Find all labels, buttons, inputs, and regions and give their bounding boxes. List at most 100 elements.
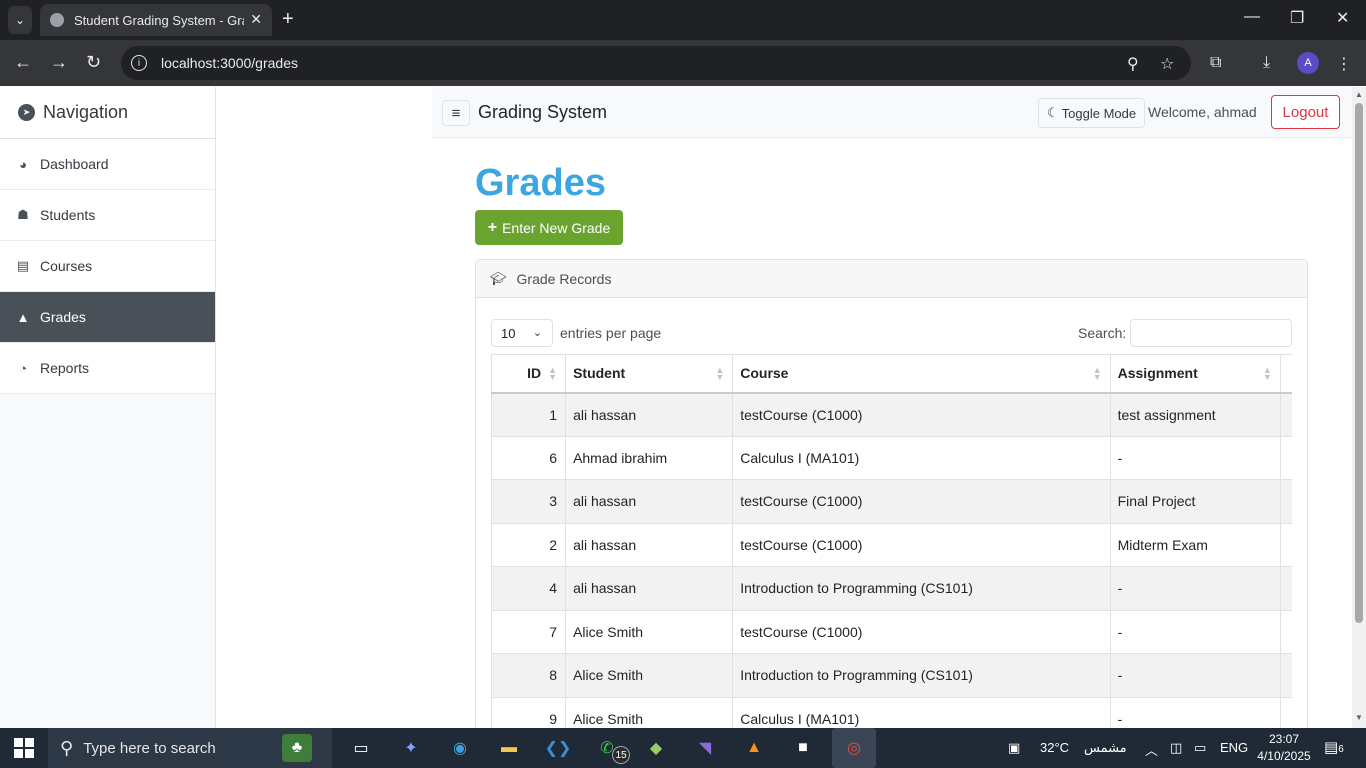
- minimize-button[interactable]: —: [1244, 8, 1260, 26]
- scrollbar-thumb[interactable]: [1355, 103, 1363, 623]
- terminal-app-icon[interactable]: ■: [788, 734, 818, 762]
- taskbar: ⚲ Type here to search ♣ ▭ ✦ ◉ ▬ ❮❯ ✆ ◆ ◥…: [0, 728, 1366, 768]
- welcome-text: Welcome, ahmad: [1148, 104, 1257, 120]
- vscode-icon[interactable]: ❮❯: [543, 734, 573, 762]
- close-window-button[interactable]: ✕: [1336, 8, 1349, 28]
- cell-assignment: test assignment: [1109, 392, 1281, 437]
- menu-toggle-button[interactable]: ≡: [442, 100, 470, 126]
- toggle-mode-label: Toggle Mode: [1061, 105, 1137, 121]
- visual-studio-icon[interactable]: ◥: [690, 734, 720, 762]
- network-icon[interactable]: ◫: [1170, 740, 1182, 756]
- scroll-down-arrow-icon[interactable]: ▼: [1355, 713, 1363, 722]
- cell-hidden: [1279, 522, 1292, 567]
- sidebar-item-dashboard[interactable]: ◕ Dashboard: [0, 139, 215, 190]
- column-header-assignment[interactable]: Assignment ▲ ▼: [1109, 354, 1281, 394]
- column-header-label: ID: [527, 365, 542, 382]
- cell-hidden: [1279, 392, 1292, 437]
- cell-course: testCourse (C1000): [732, 522, 1111, 567]
- toggle-mode-button[interactable]: ☾ Toggle Mode: [1038, 98, 1146, 128]
- task-view-icon[interactable]: ▭: [346, 734, 376, 762]
- grades-table-container[interactable]: ID ▲ ▼ Student ▲ ▼ Course ▲ ▼ Assignment ▲ ▼ 1 a…: [491, 354, 1292, 738]
- copilot-icon[interactable]: ✦: [396, 734, 426, 762]
- forward-button[interactable]: →: [50, 52, 68, 73]
- new-tab-button[interactable]: +: [282, 8, 294, 30]
- sidebar-item-courses[interactable]: ▤ Courses: [0, 241, 215, 292]
- taskbar-widget-icon[interactable]: ♣: [282, 734, 312, 762]
- hamburger-icon: ≡: [451, 104, 461, 122]
- card-header: 🎓︎ Grade Records: [476, 260, 1307, 298]
- reload-button[interactable]: ↻: [86, 52, 101, 73]
- column-header-label: Assignment: [1117, 365, 1198, 382]
- card-title: Grade Records: [516, 270, 612, 287]
- column-header-student[interactable]: Student ▲ ▼: [565, 354, 734, 394]
- search-input[interactable]: [1130, 319, 1292, 347]
- address-bar[interactable]: i localhost:3000/grades: [121, 46, 1191, 80]
- profile-avatar[interactable]: A: [1297, 52, 1319, 74]
- column-header-course[interactable]: Course ▲ ▼: [732, 354, 1111, 394]
- grade-records-card: 🎓︎ Grade Records 10 ⌄ entries per page S…: [475, 259, 1308, 739]
- sidebar-item-students[interactable]: ☗ Students: [0, 190, 215, 241]
- grades-table: ID ▲ ▼ Student ▲ ▼ Course ▲ ▼ Assignment ▲ ▼ 1 a…: [491, 354, 1292, 738]
- sidebar-item-label: Grades: [40, 309, 86, 325]
- sidebar-item-label: Students: [40, 207, 96, 223]
- book-icon: ▤: [16, 258, 30, 273]
- cell-assignment: Midterm Exam: [1109, 522, 1281, 567]
- enter-new-grade-button[interactable]: + Enter New Grade: [475, 210, 623, 245]
- cell-course: testCourse (C1000): [732, 392, 1111, 437]
- cell-hidden: [1279, 566, 1292, 611]
- battery-icon[interactable]: ▭: [1194, 740, 1206, 756]
- sidebar-item-label: Courses: [40, 258, 93, 274]
- zoom-icon[interactable]: ⚲: [1127, 54, 1139, 74]
- column-header-hidden[interactable]: [1279, 354, 1292, 394]
- close-tab-icon[interactable]: ✕: [250, 11, 262, 28]
- weather-temp[interactable]: 32°C: [1040, 740, 1069, 755]
- sidebar-item-reports[interactable]: ◔ Reports: [0, 343, 215, 394]
- cell-course: Calculus I (MA101): [732, 435, 1111, 480]
- taskbar-clock[interactable]: 23:07 4/10/2025: [1254, 731, 1314, 765]
- download-icon[interactable]: ⤓: [1263, 54, 1270, 72]
- cell-student: Alice Smith: [565, 653, 734, 698]
- edge-icon[interactable]: ◉: [445, 734, 475, 762]
- scroll-up-arrow-icon[interactable]: ▲: [1355, 90, 1363, 99]
- entries-per-page-select[interactable]: 10 ⌄: [491, 319, 553, 347]
- language-indicator[interactable]: ENG: [1220, 740, 1248, 755]
- page-title: Grades: [475, 162, 606, 204]
- notification-center-icon[interactable]: ▤6: [1324, 738, 1344, 756]
- browser-toolbar: ← → ↻ i localhost:3000/grades ⚲ ☆ ⧉ ⤓ ⋮: [0, 40, 1366, 86]
- sidebar-item-grades[interactable]: ▲ Grades: [0, 292, 215, 343]
- restore-button[interactable]: ❐: [1290, 8, 1304, 28]
- cell-hidden: [1279, 653, 1292, 698]
- url-text: localhost:3000/grades: [161, 55, 298, 71]
- taskbar-search-placeholder: Type here to search: [83, 739, 216, 757]
- vlc-icon[interactable]: ▲: [739, 734, 769, 762]
- table-header-row: ID ▲ ▼ Student ▲ ▼ Course ▲ ▼ Assignment ▲ ▼: [491, 354, 1292, 394]
- cell-assignment: -: [1109, 653, 1281, 698]
- browser-tab[interactable]: Student Grading System - Grades ✕: [40, 4, 272, 36]
- tab-search-button[interactable]: ⌄: [8, 6, 32, 34]
- column-header-id[interactable]: ID ▲ ▼: [491, 354, 567, 394]
- table-row: 3 ali hassan testCourse (C1000) Final Pr…: [491, 479, 1292, 524]
- windows-start-button[interactable]: [14, 738, 34, 758]
- column-header-label: Student: [573, 365, 626, 382]
- page-scrollbar[interactable]: ▲ ▼: [1352, 87, 1366, 728]
- file-explorer-icon[interactable]: ▬: [494, 734, 524, 762]
- app-icon[interactable]: ◆: [641, 734, 671, 762]
- cell-hidden: [1279, 609, 1292, 654]
- bookmark-star-icon[interactable]: ☆: [1160, 54, 1174, 74]
- clock-date: 4/10/2025: [1257, 749, 1311, 763]
- chevron-up-icon[interactable]: ︿: [1145, 740, 1158, 759]
- logout-button[interactable]: Logout: [1271, 95, 1340, 129]
- back-button[interactable]: ←: [14, 52, 32, 73]
- weather-icon[interactable]: ▣: [1008, 740, 1020, 756]
- moon-icon: ☾: [1047, 105, 1059, 120]
- table-row: 2 ali hassan testCourse (C1000) Midterm …: [491, 522, 1292, 567]
- site-info-icon[interactable]: i: [131, 55, 147, 71]
- graduation-cap-icon: 🎓︎: [490, 270, 507, 286]
- weather-desc[interactable]: مشمس: [1084, 740, 1127, 756]
- sidebar-item-label: Dashboard: [40, 156, 109, 172]
- whatsapp-badge: 15: [612, 746, 630, 764]
- chrome-icon[interactable]: ◎: [832, 728, 876, 768]
- sidebar-item-label: Reports: [40, 360, 90, 376]
- chrome-menu-icon[interactable]: ⋮: [1336, 54, 1352, 74]
- extensions-icon[interactable]: ⧉: [1210, 54, 1221, 72]
